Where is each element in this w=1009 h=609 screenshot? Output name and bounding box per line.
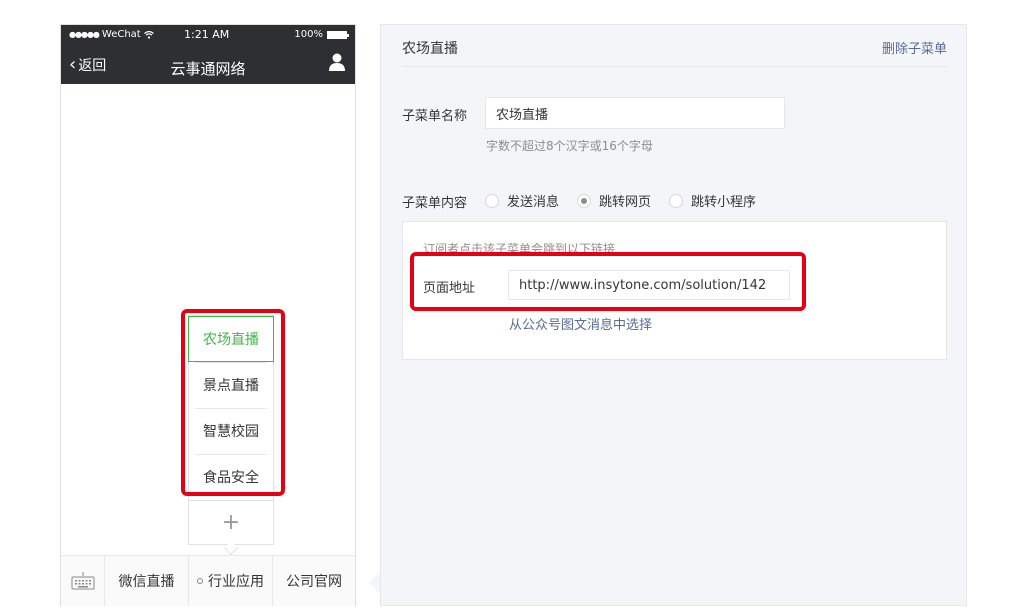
phone-header: ●●●●● WeChat 1:21 AM 100% ‹ 返回 云事通网络 bbox=[61, 25, 355, 84]
page-url-input[interactable] bbox=[508, 270, 790, 300]
account-title: 云事通网络 bbox=[170, 60, 246, 78]
radio-label: 跳转小程序 bbox=[691, 195, 757, 210]
radio-circle-icon bbox=[485, 193, 499, 208]
submenu-item-smart-campus[interactable]: 智慧校园 bbox=[189, 408, 273, 454]
submenu-item-scenic-live[interactable]: 景点直播 bbox=[189, 362, 273, 408]
page-url-label: 页面地址 bbox=[423, 281, 476, 296]
battery-icon bbox=[327, 30, 349, 39]
radio-send-message[interactable]: 发送消息 bbox=[485, 191, 559, 210]
delete-submenu-link[interactable]: 删除子菜单 bbox=[882, 38, 947, 57]
status-battery: 100% bbox=[294, 29, 349, 40]
submenu-name-hint: 字数不超过8个汉字或16个字母 bbox=[486, 139, 653, 153]
submenu-item-food-safety[interactable]: 食品安全 bbox=[189, 454, 273, 500]
phone-preview: ●●●●● WeChat 1:21 AM 100% ‹ 返回 云事通网络 农场直… bbox=[60, 24, 356, 606]
radio-jump-webpage[interactable]: 跳转网页 bbox=[577, 191, 651, 210]
webpage-link-box: 订阅者点击该子菜单会跳到以下链接 页面地址 从公众号图文消息中选择 bbox=[402, 221, 947, 360]
phone-nav-bar: ‹ 返回 云事通网络 bbox=[61, 45, 355, 84]
keyboard-toggle[interactable] bbox=[61, 556, 105, 606]
radio-jump-miniprogram[interactable]: 跳转小程序 bbox=[669, 191, 756, 210]
menu-tab-industry-apps[interactable]: 行业应用 bbox=[189, 556, 273, 606]
radio-circle-icon bbox=[669, 193, 684, 208]
submenu-dot-icon bbox=[197, 578, 203, 584]
carrier-label: WeChat bbox=[101, 29, 141, 40]
wifi-icon bbox=[143, 30, 154, 39]
signal-icon: ●●●●● bbox=[69, 30, 100, 39]
link-description: 订阅者点击该子菜单会跳到以下链接 bbox=[423, 242, 616, 256]
keyboard-icon bbox=[71, 572, 94, 590]
radio-circle-checked-icon bbox=[577, 193, 592, 208]
status-time: 1:21 AM bbox=[184, 28, 230, 41]
status-bar: ●●●●● WeChat 1:21 AM 100% bbox=[61, 25, 355, 45]
editor-pointer-arrow bbox=[369, 572, 380, 594]
submenu-popup: 农场直播 景点直播 智慧校园 食品安全 + bbox=[188, 315, 274, 545]
submenu-content-label: 子菜单内容 bbox=[402, 196, 468, 211]
radio-label: 发送消息 bbox=[507, 195, 560, 210]
submenu-item-farm-live[interactable]: 农场直播 bbox=[188, 316, 274, 362]
menu-tab-label: 公司官网 bbox=[286, 574, 342, 590]
editor-header: 农场直播 删除子菜单 bbox=[402, 25, 947, 67]
content-type-radio-group: 发送消息 跳转网页 跳转小程序 bbox=[485, 191, 756, 210]
menu-tab-label: 微信直播 bbox=[118, 574, 175, 590]
submenu-editor-panel: 农场直播 删除子菜单 子菜单名称 字数不超过8个汉字或16个字母 子菜单内容 发… bbox=[380, 24, 967, 606]
select-from-articles-link[interactable]: 从公众号图文消息中选择 bbox=[509, 314, 652, 333]
menu-tab-wechat-live[interactable]: 微信直播 bbox=[105, 556, 189, 606]
battery-percent: 100% bbox=[294, 29, 323, 40]
editor-title: 农场直播 bbox=[402, 41, 458, 57]
radio-label: 跳转网页 bbox=[599, 195, 652, 210]
add-submenu-button[interactable]: + bbox=[189, 500, 273, 544]
menu-tab-label: 行业应用 bbox=[208, 574, 264, 590]
phone-menu-bar: 微信直播 行业应用 公司官网 bbox=[61, 555, 355, 606]
user-profile-icon[interactable] bbox=[329, 53, 345, 71]
submenu-name-input[interactable] bbox=[485, 97, 785, 129]
status-carrier: ●●●●● WeChat bbox=[69, 29, 154, 40]
submenu-name-label: 子菜单名称 bbox=[402, 109, 468, 124]
menu-tab-company-site[interactable]: 公司官网 bbox=[273, 556, 355, 606]
